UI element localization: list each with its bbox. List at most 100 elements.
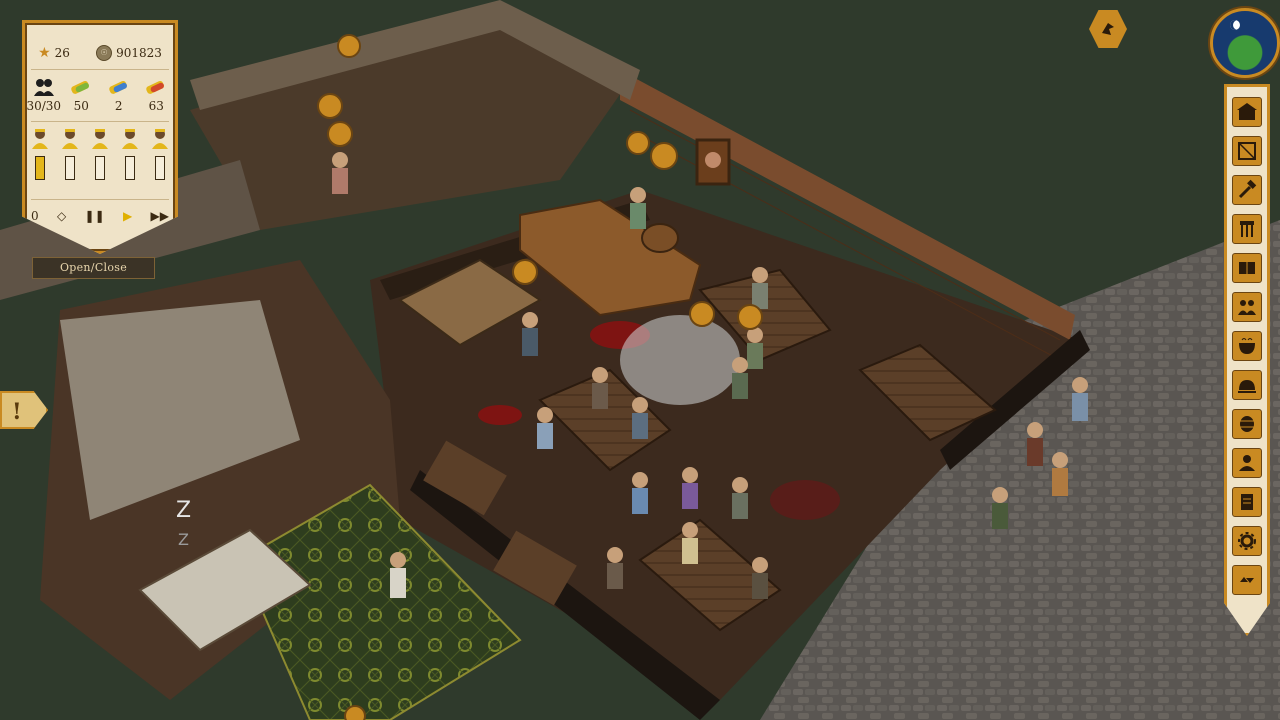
staff-icon — [33, 77, 55, 97]
divider — [31, 121, 169, 122]
sleep-z-icon-small: Z — [178, 530, 189, 549]
patron — [1072, 377, 1088, 393]
food-scroll-icon — [69, 77, 93, 97]
divider — [31, 69, 169, 70]
worker-bar — [155, 156, 165, 180]
patron — [537, 407, 553, 423]
build-room-icon — [1238, 142, 1256, 160]
worker-slot-4[interactable] — [145, 127, 175, 180]
staff-member — [332, 152, 348, 168]
resource-value: 2 — [114, 99, 123, 113]
worker-bar — [35, 156, 45, 180]
worker-slot-1[interactable] — [55, 127, 85, 180]
staff-group-icon — [1238, 300, 1256, 315]
hourglass-marker — [737, 304, 763, 330]
worker-slot-0[interactable] — [25, 127, 55, 180]
barrel-button[interactable] — [1232, 409, 1262, 439]
divider — [31, 199, 169, 200]
stars-value: 26 — [54, 46, 70, 60]
task-marker-crate — [626, 131, 650, 155]
ledger-button[interactable] — [1232, 487, 1262, 517]
pause-icon[interactable]: ❚❚ — [85, 207, 105, 225]
ale-barrel[interactable] — [641, 223, 679, 253]
customers-icon — [1239, 455, 1255, 471]
task-marker-bottom — [344, 705, 366, 720]
worker-guard-icon — [150, 127, 170, 153]
patron — [522, 312, 538, 328]
worker-waiter-icon — [90, 127, 110, 153]
staff-member — [630, 187, 646, 203]
hourglass-marker — [512, 259, 538, 285]
sleep-z-icon: Z — [176, 498, 192, 523]
service-bell-button[interactable] — [1232, 370, 1262, 400]
worker-bar — [125, 156, 135, 180]
barrel-icon — [1240, 416, 1254, 432]
collapse-arrows-button[interactable] — [1232, 565, 1262, 595]
day-night-clock-icon[interactable] — [1210, 8, 1280, 78]
build-tavern-icon — [1237, 103, 1257, 120]
task-marker-crate — [327, 121, 353, 147]
hourglass-marker — [689, 301, 715, 327]
speed-controls: 0 ◇ ❚❚ ▶ ▶▶ — [31, 207, 169, 225]
task-marker-wrench — [317, 93, 343, 119]
gold-stat: ☉ 901823 — [96, 45, 162, 61]
blood-splatter-3 — [770, 480, 840, 520]
patron — [682, 467, 698, 483]
resource-value: 30/30 — [26, 99, 62, 113]
customers-button[interactable] — [1232, 448, 1262, 478]
patron — [732, 477, 748, 493]
drink-scroll-icon — [107, 77, 131, 97]
cauldron-icon — [1239, 338, 1255, 354]
kitchen-tools-button[interactable] — [1232, 214, 1262, 244]
task-marker-till — [650, 142, 678, 170]
play-icon[interactable]: ▶ — [123, 207, 132, 225]
tavern-status-panel: ★ 26 ☉ 901823 30/30 50 2 63 0 ◇ ❚❚ ▶ ▶▶ — [22, 20, 178, 254]
worker-slot-3[interactable] — [115, 127, 145, 180]
settings-button[interactable] — [1232, 526, 1262, 556]
build-toolbar — [1224, 84, 1270, 636]
tavern-game-world[interactable] — [0, 0, 1280, 720]
cauldron-button[interactable] — [1232, 331, 1262, 361]
hammer-button[interactable] — [1232, 175, 1262, 205]
ledger-icon — [1241, 494, 1253, 510]
patron — [732, 357, 748, 373]
worker-bar — [95, 156, 105, 180]
supply-scroll-icon — [144, 77, 168, 97]
patron — [632, 397, 648, 413]
settings-icon — [1238, 532, 1256, 550]
worker-cleaner-icon — [120, 127, 140, 153]
patron — [592, 367, 608, 383]
worker-cook-icon — [30, 127, 50, 153]
patron — [682, 522, 698, 538]
recipe-book-button[interactable] — [1232, 253, 1262, 283]
patron — [992, 487, 1008, 503]
blood-splatter-2 — [478, 405, 522, 425]
portrait-face — [705, 152, 721, 168]
workers-row — [25, 127, 175, 180]
patron — [752, 557, 768, 573]
kitchen-tools-icon — [1240, 221, 1254, 237]
build-room-button[interactable] — [1232, 136, 1262, 166]
open-close-button[interactable]: Open/Close — [32, 257, 155, 279]
staff-group-button[interactable] — [1232, 292, 1262, 322]
star-icon: ★ — [38, 45, 51, 61]
patron — [1027, 422, 1043, 438]
worker-slot-2[interactable] — [85, 127, 115, 180]
worker-brewer-icon — [60, 127, 80, 153]
gold-value: 901823 — [116, 46, 162, 60]
resource-3: 63 — [138, 77, 176, 113]
speed-value: 0 — [31, 209, 39, 223]
stop-icon[interactable]: ◇ — [57, 207, 66, 225]
reputation-stat: ★ 26 — [38, 45, 70, 61]
sleeping-guest — [390, 552, 406, 568]
patron — [752, 267, 768, 283]
recipe-book-icon — [1239, 262, 1255, 274]
resource-2: 2 — [100, 77, 138, 113]
resources-row: 30/30 50 2 63 — [25, 77, 175, 113]
build-tavern-button[interactable] — [1232, 97, 1262, 127]
task-marker-chair — [337, 34, 361, 58]
hammer-icon — [1238, 179, 1257, 199]
patron — [607, 547, 623, 563]
collapse-arrows-icon — [1240, 577, 1254, 583]
moon-icon — [1230, 20, 1240, 30]
